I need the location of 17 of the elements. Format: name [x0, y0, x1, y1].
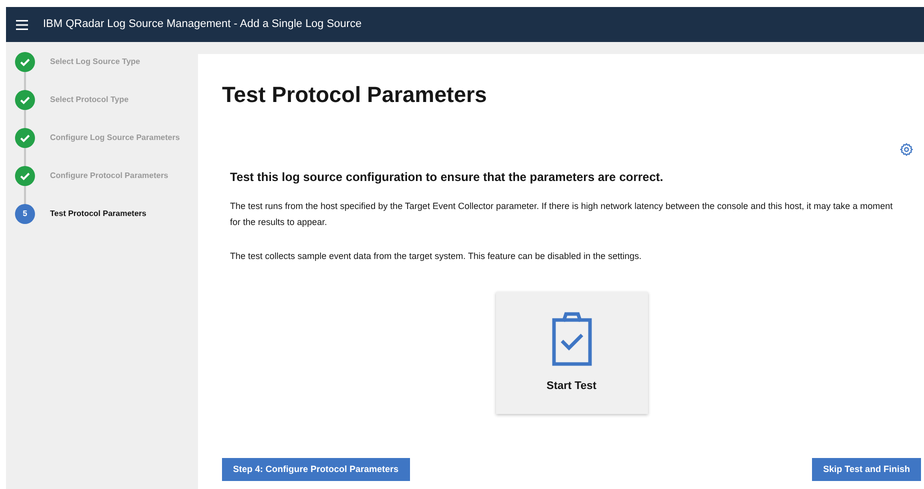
clipboard-check-icon	[550, 312, 594, 366]
skip-and-finish-button[interactable]: Skip Test and Finish	[812, 458, 921, 481]
description-text: The test collects sample event data from the target system. This feature can be disabled in the settings.	[230, 250, 643, 263]
step-label[interactable]: Test Protocol Parameters	[50, 208, 146, 220]
step-label[interactable]: Select Protocol Type	[50, 94, 129, 106]
start-test-button[interactable]: Start Test	[496, 292, 648, 414]
step-label[interactable]: Select Log Source Type	[50, 56, 140, 68]
step-label[interactable]: Configure Protocol Parameters	[50, 170, 168, 182]
settings-icon[interactable]	[900, 143, 913, 156]
previous-step-button[interactable]: Step 4: Configure Protocol Parameters	[222, 458, 410, 481]
step-label[interactable]: Configure Log Source Parameters	[50, 132, 180, 144]
app-title: IBM QRadar Log Source Management - Add a Single Log Source	[43, 17, 362, 32]
section-heading: Test this log source configuration to ensure that the parameters are correct.	[230, 169, 664, 186]
step-number: 5	[15, 204, 35, 224]
menu-icon[interactable]	[16, 20, 28, 30]
description-text: The test runs from the host specified by the Target Event Collector parameter. If there is high network latency between the console and this host, it may take a moment for the results to appear.	[230, 200, 894, 229]
page-title: Test Protocol Parameters	[222, 81, 488, 109]
